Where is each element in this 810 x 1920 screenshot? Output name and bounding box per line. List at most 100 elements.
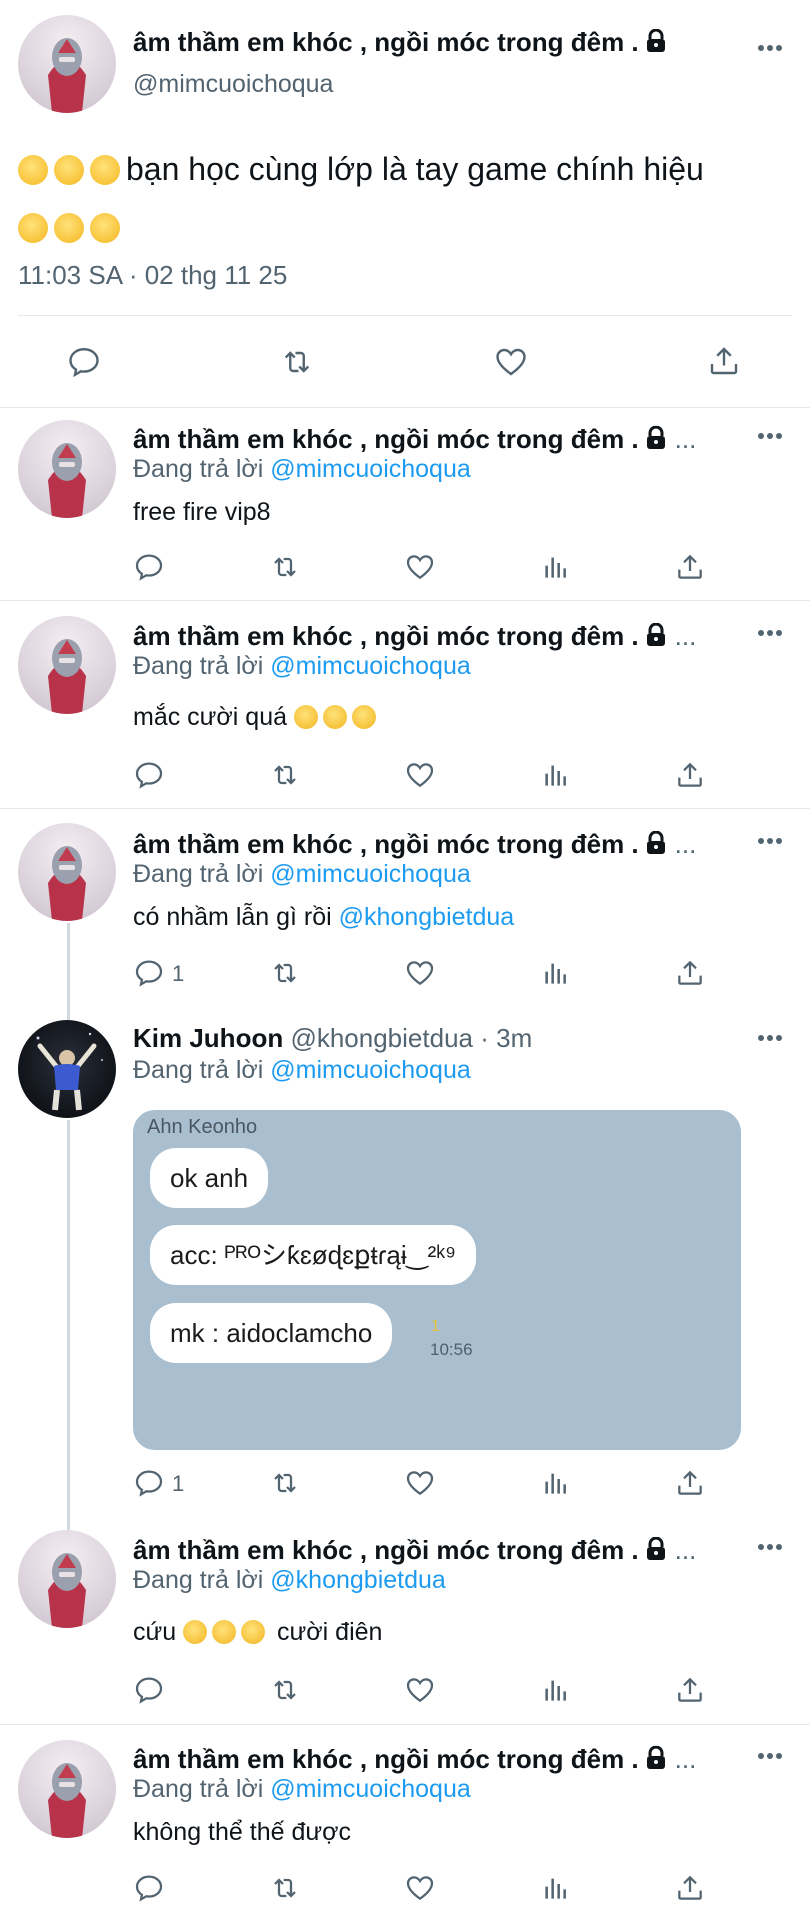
reply-icon[interactable]: [133, 759, 165, 791]
reply-icon[interactable]: [133, 1674, 165, 1706]
crying-emoji-icon: [183, 1620, 208, 1644]
author-name[interactable]: Kim Juhoon @khongbietdua · 3m: [133, 1023, 532, 1054]
author-name[interactable]: âm thầm em khóc , ngồi móc trong đêm ...…: [133, 829, 696, 862]
chat-screenshot-image[interactable]: Ahn Keonho ok anh acc: ᴾᴿᴼシƙɛøɖɛքŧɾąɨ‿²ᵏ…: [133, 1110, 741, 1450]
like-icon[interactable]: [404, 1872, 436, 1904]
retweet-icon[interactable]: [278, 344, 316, 380]
reply-text: cứu cười điên: [133, 1618, 383, 1646]
author-name[interactable]: âm thầm em khóc , ngồi móc trong đêm ...…: [133, 621, 696, 654]
retweet-icon[interactable]: [269, 551, 301, 583]
mention-link[interactable]: @mimcuoichoqua: [270, 860, 470, 888]
like-icon[interactable]: [404, 551, 436, 583]
mention-link[interactable]: @mimcuoichoqua: [270, 455, 470, 483]
divider: [0, 600, 810, 601]
views-icon[interactable]: [540, 759, 572, 791]
replying-to: Đang trả lời @mimcuoichoqua: [133, 1775, 471, 1803]
replying-to: Đang trả lời @mimcuoichoqua: [133, 860, 471, 888]
tweet-text: bạn học cùng lớp là tay game chính hiệu: [18, 140, 798, 256]
tweet-timestamp[interactable]: 11:03 SA · 02 thg 11 25: [18, 260, 287, 291]
mention-link[interactable]: @mimcuoichoqua: [270, 1775, 470, 1803]
avatar[interactable]: [18, 420, 116, 518]
reply-icon[interactable]: [66, 344, 102, 380]
lock-icon: [645, 1536, 667, 1568]
more-icon[interactable]: [758, 1544, 782, 1550]
divider: [0, 1724, 810, 1725]
lock-icon: [645, 425, 667, 457]
replying-to: Đang trả lời @mimcuoichoqua: [133, 455, 471, 483]
avatar[interactable]: [18, 823, 116, 921]
mention-link[interactable]: @khongbietdua: [270, 1566, 446, 1594]
lock-icon: [645, 830, 667, 862]
views-icon[interactable]: [540, 1674, 572, 1706]
crying-emoji-icon: [293, 705, 318, 729]
retweet-icon[interactable]: [269, 759, 301, 791]
mention-link[interactable]: @mimcuoichoqua: [270, 1056, 470, 1084]
author-name[interactable]: âm thầm em khóc , ngồi móc trong đêm ...…: [133, 1744, 696, 1777]
chat-sender-name: Ahn Keonho: [147, 1116, 258, 1138]
divider: [0, 407, 810, 408]
replying-to: Đang trả lời @khongbietdua: [133, 1566, 446, 1594]
author-name[interactable]: âm thầm em khóc , ngồi móc trong đêm ...…: [133, 424, 696, 457]
crying-emoji-icon: [322, 705, 347, 729]
retweet-icon[interactable]: [269, 1674, 301, 1706]
mention-link[interactable]: @khongbietdua: [339, 903, 515, 931]
more-icon[interactable]: [758, 45, 782, 51]
lock-icon: [645, 622, 667, 654]
share-icon[interactable]: [674, 551, 706, 583]
author-handle[interactable]: @mimcuoichoqua: [133, 70, 333, 99]
smile-emoji-icon: [54, 155, 84, 185]
views-icon[interactable]: [540, 957, 572, 989]
more-icon[interactable]: [758, 1753, 782, 1759]
reply-count: 1: [172, 1471, 185, 1496]
avatar[interactable]: [18, 1530, 116, 1628]
thread-line: [67, 1120, 70, 1532]
smile-emoji-icon: [18, 155, 48, 185]
reply-text: có nhầm lẫn gì rồi @khongbietdua: [133, 903, 515, 931]
reply-text: mắc cười quá: [133, 703, 381, 732]
author-name[interactable]: âm thầm em khóc , ngồi móc trong đêm ...…: [133, 1535, 696, 1568]
reply-text: không thể thế được: [133, 1818, 351, 1846]
lock-icon: [645, 1745, 667, 1777]
chat-bubble: mk : aidoclamcho: [150, 1303, 393, 1363]
avatar[interactable]: [18, 616, 116, 714]
mention-link[interactable]: @mimcuoichoqua: [270, 652, 470, 680]
author-name[interactable]: âm thầm em khóc , ngồi móc trong đêm .: [133, 27, 667, 60]
like-icon[interactable]: [492, 344, 530, 380]
retweet-icon[interactable]: [269, 957, 301, 989]
share-icon[interactable]: [674, 957, 706, 989]
like-icon[interactable]: [404, 1467, 436, 1499]
crying-emoji-icon: [212, 1620, 237, 1644]
more-icon[interactable]: [758, 630, 782, 636]
retweet-icon[interactable]: [269, 1872, 301, 1904]
chat-bubble: acc: ᴾᴿᴼシƙɛøɖɛքŧɾąɨ‿²ᵏ⁹: [150, 1225, 477, 1285]
crying-emoji-icon: [241, 1620, 266, 1644]
share-icon[interactable]: [674, 1674, 706, 1706]
reply-icon[interactable]: [133, 551, 165, 583]
like-icon[interactable]: [404, 1674, 436, 1706]
reply-icon[interactable]: [133, 957, 165, 989]
like-icon[interactable]: [404, 957, 436, 989]
views-icon[interactable]: [540, 1467, 572, 1499]
reply-icon[interactable]: [133, 1467, 165, 1499]
avatar[interactable]: [18, 1020, 116, 1118]
replying-to: Đang trả lời @mimcuoichoqua: [133, 652, 471, 680]
reply-icon[interactable]: [133, 1872, 165, 1904]
more-icon[interactable]: [758, 433, 782, 439]
share-icon[interactable]: [674, 1872, 706, 1904]
lock-icon: [645, 28, 667, 60]
share-icon[interactable]: [674, 759, 706, 791]
chat-bubble: ok anh: [150, 1148, 269, 1208]
smile-emoji-icon: [90, 155, 120, 185]
avatar[interactable]: [18, 15, 116, 113]
views-icon[interactable]: [540, 551, 572, 583]
avatar[interactable]: [18, 1740, 116, 1838]
retweet-icon[interactable]: [269, 1467, 301, 1499]
views-icon[interactable]: [540, 1872, 572, 1904]
share-icon[interactable]: [706, 342, 742, 380]
like-icon[interactable]: [404, 759, 436, 791]
crying-emoji-icon: [351, 705, 376, 729]
more-icon[interactable]: [758, 1035, 782, 1041]
share-icon[interactable]: [674, 1467, 706, 1499]
divider: [0, 808, 810, 809]
more-icon[interactable]: [758, 838, 782, 844]
